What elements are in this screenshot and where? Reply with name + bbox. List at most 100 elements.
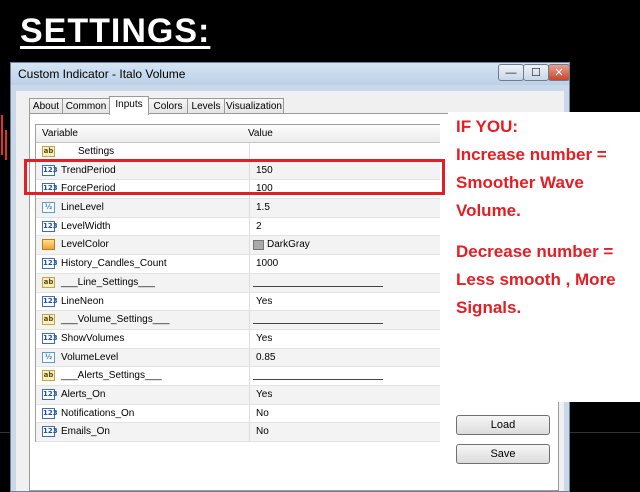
table-row[interactable]: ½ LineLevel 1.5 [36, 199, 440, 218]
integer-type-icon: 123 [42, 164, 58, 176]
column-separator [249, 311, 250, 329]
table-row[interactable]: 123 ShowVolumes Yes [36, 329, 440, 349]
tab-about[interactable]: About [29, 98, 63, 114]
column-separator [249, 180, 250, 199]
table-row[interactable]: 123 History_Candles_Count 1000 [36, 255, 440, 274]
column-header-variable[interactable]: Variable [42, 128, 78, 139]
variable-value[interactable]: 100 [256, 183, 273, 194]
variable-value[interactable]: 2 [256, 221, 262, 232]
tab-visualization[interactable]: Visualization [224, 98, 284, 114]
column-separator [249, 143, 250, 161]
column-separator [249, 273, 250, 292]
variable-name: LevelWidth [61, 220, 111, 232]
column-separator [249, 385, 250, 404]
separator-value [253, 323, 383, 325]
window-title: Custom Indicator - Italo Volume [18, 67, 186, 81]
annotation-line: IF YOU: [456, 117, 519, 136]
title-bar[interactable]: Custom Indicator - Italo Volume — ☐ ✕ [11, 63, 570, 85]
inputs-grid: Variable Value ab Settings 123 TrendPeriod 1… [35, 124, 440, 442]
table-row[interactable]: 123 Alerts_On Yes [36, 385, 440, 405]
column-separator [249, 348, 250, 367]
integer-type-icon: 123 [42, 295, 58, 307]
table-row[interactable]: ab ___Line_Settings___ [36, 273, 440, 293]
table-row[interactable]: 123 Emails_On No [36, 423, 440, 442]
variable-value[interactable]: DarkGray [267, 239, 310, 250]
string-type-icon: ab [42, 370, 55, 382]
variable-value[interactable]: 1.5 [256, 202, 270, 213]
separator-value [253, 285, 383, 287]
background-chart-bars [0, 110, 8, 170]
double-type-icon: ½ [42, 202, 55, 214]
variable-value[interactable]: Yes [256, 333, 272, 344]
annotation-line: Decrease number = [456, 242, 614, 261]
column-header-value[interactable]: Value [248, 128, 273, 139]
save-button[interactable]: Save [456, 444, 550, 464]
variable-name: LineLevel [61, 202, 104, 214]
minimize-button[interactable]: — [498, 64, 524, 81]
annotation-line: Signals. [456, 298, 522, 317]
variable-name: Emails_On [61, 426, 110, 438]
variable-value[interactable]: 150 [256, 165, 273, 176]
tab-inputs[interactable]: Inputs [109, 96, 149, 115]
table-row[interactable]: ab ___Volume_Settings___ [36, 311, 440, 330]
grid-rows: ab Settings 123 TrendPeriod 150 123 ForcePerio… [36, 143, 440, 442]
annotation-increase: IF YOU: Increase number = Smoother Wave Vol… [448, 112, 640, 224]
variable-name: Settings [78, 146, 115, 157]
variable-name: Alerts_On [61, 388, 106, 400]
column-separator [249, 236, 250, 255]
table-row[interactable]: 123 Notifications_On No [36, 404, 440, 424]
column-separator [249, 199, 250, 217]
color-type-icon [42, 239, 55, 251]
load-button[interactable]: Load [456, 415, 550, 435]
annotation-line: Less smooth , More [456, 270, 616, 289]
variable-value[interactable]: No [256, 426, 269, 437]
tab-colors[interactable]: Colors [148, 98, 188, 114]
table-row[interactable]: ½ VolumeLevel 0.85 [36, 348, 440, 368]
annotation-callout: IF YOU: Increase number = Smoother Wave Vol… [448, 112, 640, 402]
variable-name: ShowVolumes [61, 332, 125, 344]
variable-name: TrendPeriod [61, 164, 116, 176]
integer-type-icon: 123 [42, 183, 58, 195]
variable-value[interactable]: Yes [256, 389, 272, 400]
table-row[interactable]: 123 ForcePeriod 100 [36, 180, 440, 200]
variable-value[interactable]: 1000 [256, 258, 278, 269]
separator-value [253, 379, 383, 381]
variable-name: ForcePeriod [61, 183, 116, 195]
tab-common[interactable]: Common [62, 98, 110, 114]
annotation-decrease: Decrease number = Less smooth , More Signa… [448, 237, 640, 321]
tab-levels[interactable]: Levels [187, 98, 225, 114]
column-separator [249, 161, 250, 180]
annotation-line: Increase number = [456, 145, 607, 164]
variable-name: ___Alerts_Settings___ [61, 370, 162, 382]
table-row[interactable]: 123 TrendPeriod 150 [36, 161, 440, 181]
string-type-icon: ab [42, 314, 55, 326]
column-separator [249, 255, 250, 273]
variable-name: VolumeLevel [61, 351, 119, 363]
variable-value[interactable]: Yes [256, 296, 272, 307]
table-row[interactable]: 123 LineNeon Yes [36, 292, 440, 312]
integer-type-icon: 123 [42, 220, 58, 232]
table-row[interactable]: 123 LevelWidth 2 [36, 217, 440, 237]
variable-name: ___Volume_Settings___ [61, 314, 170, 326]
column-separator [249, 367, 250, 385]
variable-name: Notifications_On [61, 407, 135, 419]
table-row[interactable]: ab ___Alerts_Settings___ [36, 367, 440, 386]
variable-name: History_Candles_Count [61, 258, 167, 270]
table-row[interactable]: LevelColor DarkGray [36, 236, 440, 256]
variable-name: LevelColor [61, 239, 109, 251]
integer-type-icon: 123 [42, 332, 58, 344]
annotation-line: Smoother Wave [456, 173, 584, 192]
maximize-button[interactable]: ☐ [523, 64, 549, 81]
integer-type-icon: 123 [42, 407, 58, 419]
variable-value[interactable]: No [256, 408, 269, 419]
integer-type-icon: 123 [42, 388, 58, 400]
close-button[interactable]: ✕ [548, 64, 570, 81]
column-separator [249, 404, 250, 423]
grid-header: Variable Value [36, 125, 440, 143]
variable-value[interactable]: 0.85 [256, 352, 275, 363]
string-type-icon: ab [42, 276, 55, 288]
table-row[interactable]: ab Settings [36, 143, 440, 162]
color-swatch[interactable] [253, 240, 264, 251]
annotation-line: Volume. [456, 201, 521, 220]
column-separator [249, 423, 250, 441]
